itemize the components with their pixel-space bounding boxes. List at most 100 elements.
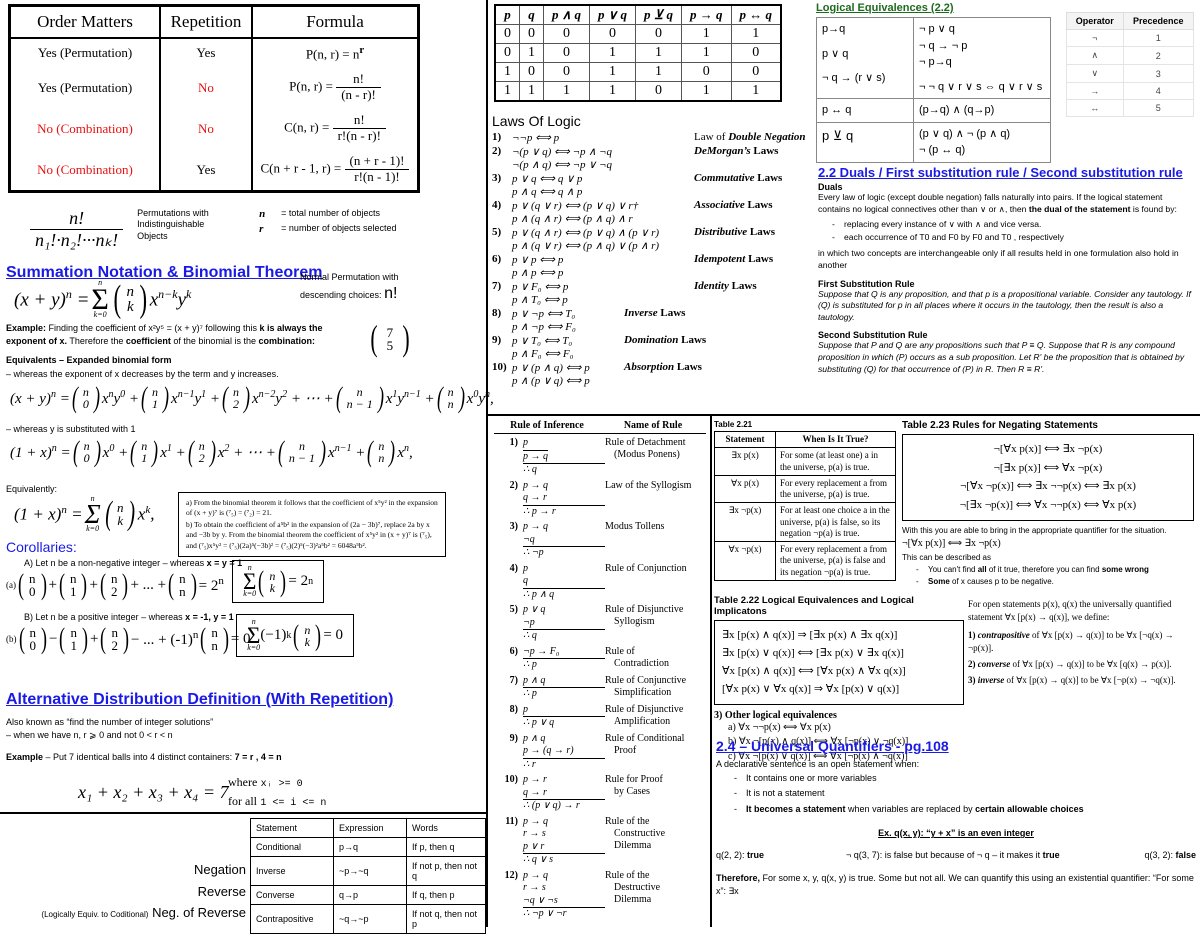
operator-precedence-table: Operator Precedence ¬ 1 ∧ 2 ∨ 3 → 4 ↔ 5 [1066,12,1195,117]
logical-equivalences-panel: Logical Equivalences (2.2) p→q p ∨ q ¬ q… [816,2,1051,163]
law-number: 2) [492,145,502,157]
sidebox-item-a: a) From the binomial theorem it follows … [186,498,438,518]
rule-name: Modus Tollens [605,521,665,532]
expression: (p ∨ q) ∧ ¬ (p ∧ q) [919,127,1011,140]
cell-statement: Conditional [250,837,334,857]
universal-quantifiers-panel: 2.4 – Universal Quantifiers - pg.108 A d… [716,738,1196,898]
table-row: Conditional p→q If p, then q [250,837,486,857]
binomial-coefficient: nn − 1 [288,439,316,465]
col-when-true: When Is It True? [775,430,896,449]
duals-bullet: replacing every instance of ∨ with ∧ and… [832,219,1194,231]
corollary-a-boxed: n Σ k=0 (n k) = 2n [232,560,325,604]
cell-value: 0 [542,24,591,44]
law-expression: p ∧ (q ∧ r) ⟺ (p ∧ q) ∧ r [512,213,633,225]
laws-of-logic-heading: Laws Of Logic [492,113,581,129]
laws-of-logic-panel: Laws Of Logic 1) ¬¬p ⟺ p Law of Double Neg… [492,113,814,388]
rule-number: 8) [509,703,518,715]
col-formula: Formula [252,5,419,39]
table-row: p→q p ∨ q ¬ q → (r ∨ s) ¬ p ∨ q ¬ q → ¬ … [816,17,1051,99]
premise: p → q [523,449,548,462]
second-substitution-title: Second Substitution Rule [818,330,928,341]
law-item: 1) ¬¬p ⟺ p Law of Double Negation [492,131,814,144]
law-name: Commutative Laws [694,172,783,184]
cell-expression: ~p→~q [333,856,407,886]
cell-words: If q, then p [406,885,486,905]
cell-value: 1 [589,81,637,102]
law-expression: ¬(p ∨ q) ⟺ ¬p ∧ ¬q [512,146,612,158]
law-expression: p ∨ (q ∨ r) ⟺ (p ∨ q) ∨ r† [512,200,639,212]
cell-value: 0 [494,24,520,44]
inference-rule: 12) p → qr → s ¬q ∨ ¬s ∴ ¬p ∨ ¬r Rule of the… [494,870,706,921]
cell-order: No (Combination) [9,149,161,192]
conclusion: ∴ q ∨ s [523,853,605,867]
forall-condition: 1 <= i <= n [260,797,327,809]
second-substitution-body: Suppose that P and Q are any proposition… [818,340,1185,374]
conditional-table-panel: Statement Expression Words Conditional p… [250,818,486,934]
rule-name: Rule of Conditional [605,732,685,744]
uq-case: q(3, 2): false [1144,850,1196,861]
rule-name: Rule for Proof [605,774,663,785]
sigma-operator: n Σ k=0 [243,563,257,599]
rule-name-2: Proof [614,744,637,756]
logical-equivalences-heading: Logical Equivalences (2.2) [816,2,954,14]
table221: Statement When Is It True? ∃x p(x) For so… [714,430,896,581]
table-header-row: Operator Precedence [1066,12,1195,30]
rule-name: Rule of the [605,815,650,827]
inference-rule: 4) p q ∴ p ∧ q Rule of Conjunction [494,563,706,602]
corollary-b-boxed: n Σ k=0 (−1) k (n k) = 0 [236,614,355,658]
uq-therefore: Therefore, For some x, y, q(x, y) is tru… [716,873,1194,897]
law-name: DeMorgan’s Laws [694,145,779,157]
binomial-coefficient: nn − 1 [346,385,373,411]
law-expression: p ∧ ¬p ⟺ F₀ [512,321,576,333]
first-substitution-body: Suppose that Q is any proposition, and t… [818,288,1191,322]
col-operator: Operator [1066,12,1124,30]
fraction: n! r!(n - r)! [332,112,386,144]
rule-name-2: Constructive [614,827,666,839]
combinatorics-table: Order Matters Repetition Formula Yes (Pe… [8,4,420,193]
equivalently-label: Equivalently: [6,484,58,494]
equivalents-note-1: – whereas the exponent of x decreases by… [6,369,279,379]
negation-rule: ¬[∀x ¬p(x)] ⟺ ∃x ¬¬p(x) ⟺ ∃x p(x) [960,480,1136,493]
expanded-binomial-2: (1 + x)n = (n 0) x0 + (n 1) x1 + (n 2) x2 + ⋯ … [10,435,413,468]
boxed-rhs: = 0 [323,627,344,644]
conclusion: ∴ p ∨ q [523,716,605,730]
rule-name-2: Amplification [614,715,671,727]
open-statements-intro: For open statements p(x), q(x) the unive… [968,599,1172,623]
premise: p → q [523,869,548,881]
cell-repetition: Yes [160,149,253,192]
cell-precedence: 3 [1122,64,1195,83]
fraction-denominator: r!(n - 1)! [354,169,400,185]
law-name: Domination Laws [624,334,707,346]
cell-words: If not q, then not p [406,904,486,934]
legend: n = total number of objects r = number o… [259,208,396,235]
sigma-operator: n Σ k=0 [247,617,261,653]
label-reverse: Reverse [197,884,246,899]
expression: ¬ ¬ q ∨ r ∨ s ⇔ q ∨ r ∨ s [919,80,1043,93]
rule-name-2: Destructive [614,881,661,893]
normal-permutation-note: Normal Permutation with descending choic… [300,272,410,304]
cell-precedence: 1 [1122,29,1195,47]
cell-operator: ↔ [1066,99,1124,117]
duals-panel: 2.2 Duals / First substitution rule / Se… [818,165,1194,375]
laws-of-logic-list: 1) ¬¬p ⟺ p Law of Double Negation 2) ¬(p ∨ … [492,131,814,387]
law-expression: p ∨ p ⟺ p [512,254,564,266]
rule-name-3: Dilemma [614,839,652,851]
inference-rule: 10) p → rq → r ∴ (p ∨ q) → r Rule for Proof… [494,774,706,813]
uq-intro: A declarative sentence is an open statem… [716,759,920,769]
law-item: 2) ¬(p ∨ q) ⟺ ¬p ∧ ¬q ¬(p ∧ q) ⟺ ¬p ∨ ¬q De… [492,145,814,171]
cell-value: 0 [730,43,782,63]
indistinguishable-caption: Permutations with Indistinguishable Obje… [137,208,209,241]
alt-distribution-line-1: Also known as “find the number of intege… [6,717,214,727]
cell-value: 0 [681,62,732,82]
cell-precedence: 4 [1122,82,1195,100]
table-header-row: Statement When Is It True? [714,430,896,449]
corollary-b-label: B) Let n be a positive integer – whereas… [24,612,234,622]
conclusion: ∴ (p ∨ q) → r [523,799,605,813]
table-row: ∃x p(x) For some (at least one) a in the … [714,447,896,476]
law-number: 3) [492,172,502,184]
equivalence-line: ∀x [p(x) ∧ q(x)] ⟺ [∀x p(x) ∧ ∀x q(x)] [722,665,906,678]
cell-left: p→q p ∨ q ¬ q → (r ∨ s) [816,17,914,99]
duals-intro-bold: the dual of the statement [1028,203,1131,214]
rule-name: Rule of Conjunctive [605,674,687,686]
law-item: 10) p ∨ (p ∧ q) ⟺ pp ∧ (p ∨ q) ⟺ p Absorpt… [492,361,814,387]
